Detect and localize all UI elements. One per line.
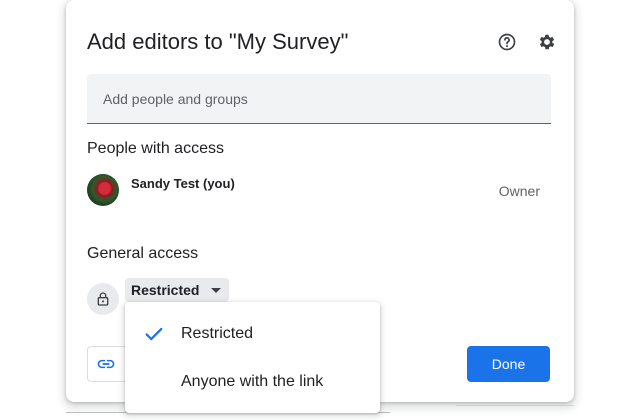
- dialog-title: Add editors to "My Survey": [87, 29, 349, 54]
- lock-badge: [87, 283, 119, 315]
- add-people-field-wrapper: [87, 74, 551, 124]
- done-button[interactable]: Done: [467, 346, 550, 382]
- help-button[interactable]: [493, 28, 521, 56]
- checkmark-icon: [145, 327, 163, 341]
- avatar: [87, 174, 119, 206]
- general-access-dropdown[interactable]: Restricted: [125, 278, 230, 302]
- general-access-selected: Restricted: [131, 282, 200, 298]
- settings-button[interactable]: [533, 28, 561, 56]
- link-icon: [97, 359, 115, 369]
- person-role: Owner: [498, 183, 540, 199]
- lock-icon: [97, 292, 109, 306]
- divider: [456, 405, 574, 406]
- access-dropdown-menu: Restricted Anyone with the link: [125, 302, 380, 413]
- general-access-heading: General access: [87, 245, 199, 262]
- person-row: Sandy Test (you) Owner: [87, 174, 551, 210]
- add-people-input[interactable]: [87, 74, 551, 123]
- gear-icon: [539, 34, 555, 50]
- chevron-down-icon: [211, 288, 222, 293]
- menu-item-label: Anyone with the link: [181, 373, 324, 390]
- menu-item-anyone-with-link[interactable]: Anyone with the link: [125, 358, 380, 406]
- person-name: Sandy Test (you): [131, 176, 235, 191]
- people-with-access-heading: People with access: [87, 140, 224, 157]
- menu-item-restricted[interactable]: Restricted: [125, 310, 380, 358]
- help-circle-icon: [498, 33, 516, 51]
- menu-item-label: Restricted: [181, 325, 254, 342]
